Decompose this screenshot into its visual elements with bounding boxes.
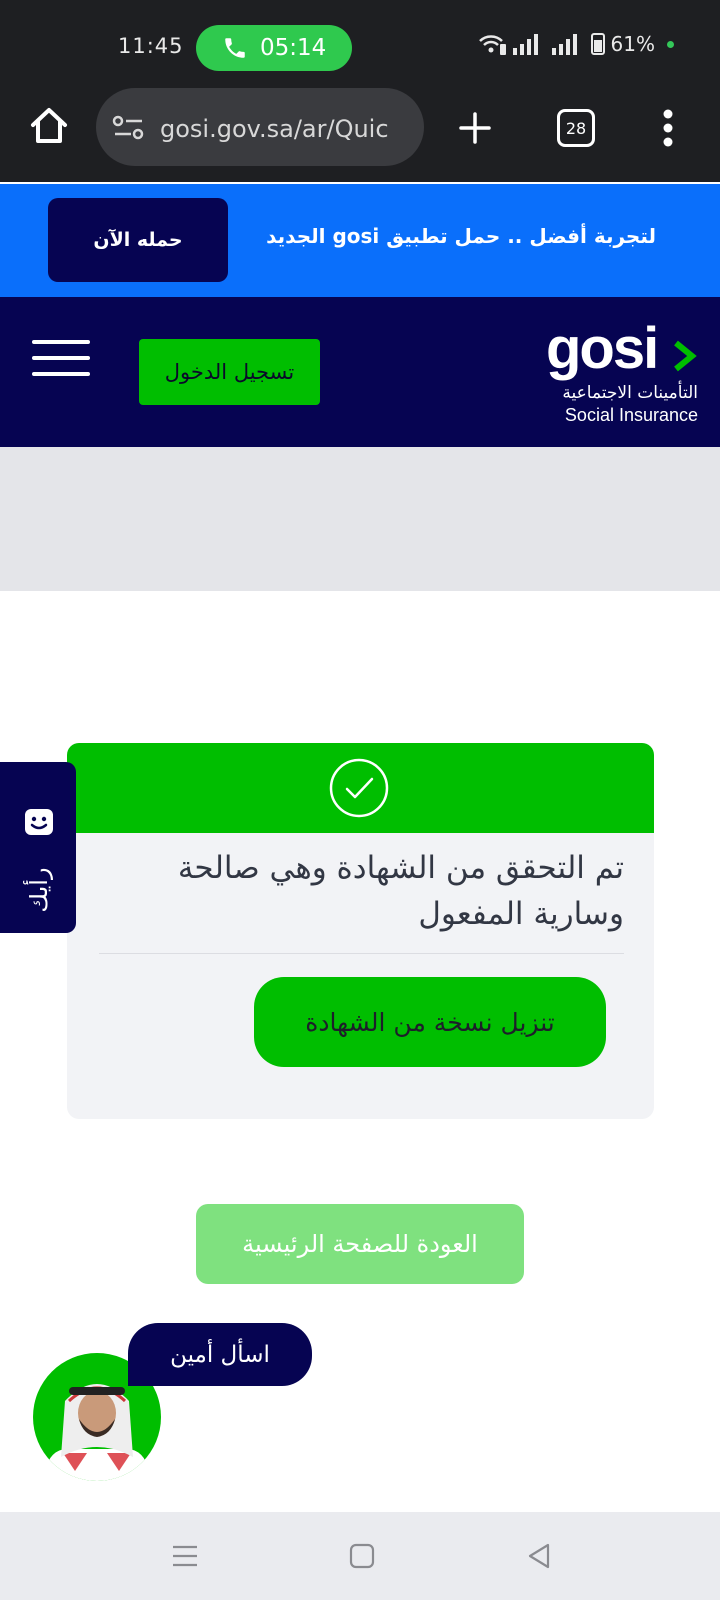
download-app-button[interactable]: حمله الآن [48, 198, 228, 282]
smile-icon[interactable] [24, 808, 54, 836]
recent-apps-icon[interactable] [172, 1544, 198, 1568]
status-clock: 11:45 [118, 34, 184, 58]
phone-icon [225, 38, 245, 58]
privacy-indicator-dot [667, 40, 674, 48]
battery-icon [590, 33, 605, 55]
success-check-icon [329, 758, 389, 818]
wifi-calling-icon [478, 35, 506, 55]
ask-assistant-bubble[interactable]: اسأل أمين [128, 1323, 312, 1386]
logo-arabic-name: التأمينات الاجتماعية [562, 383, 698, 403]
card-divider [99, 953, 624, 954]
hamburger-menu-icon[interactable] [32, 340, 90, 396]
back-nav-icon[interactable] [527, 1542, 551, 1570]
battery-level: 61% [610, 32, 655, 56]
call-duration: 05:14 [260, 35, 327, 61]
promo-text: لتجربة أفضل .. حمل تطبيق gosi الجديد [266, 224, 656, 248]
home-icon[interactable] [28, 105, 70, 145]
ongoing-call-pill[interactable]: 05:14 [196, 25, 352, 71]
tab-switcher-icon[interactable]: 28 [557, 109, 595, 147]
signal-2-icon [551, 33, 577, 55]
logo-chevron-icon [674, 340, 697, 372]
site-settings-icon[interactable] [112, 114, 146, 142]
home-nav-icon[interactable] [349, 1543, 375, 1569]
logo-english-name: Social Insurance [564, 405, 698, 425]
url-text[interactable]: gosi.gov.sa/ar/Quic [160, 115, 410, 143]
download-certificate-button[interactable]: تنزيل نسخة من الشهادة [254, 977, 606, 1067]
tab-count: 28 [565, 118, 587, 138]
feedback-label[interactable]: رأيك [9, 863, 69, 917]
verification-message: تم التحقق من الشهادة وهي صالحة وسارية ال… [177, 850, 624, 932]
success-header [67, 743, 654, 833]
status-indicators: 61% [477, 32, 674, 56]
new-tab-icon[interactable] [458, 111, 492, 145]
more-options-icon[interactable] [662, 108, 674, 148]
signal-1-icon [512, 33, 538, 55]
back-to-home-button[interactable]: العودة للصفحة الرئيسية [196, 1204, 524, 1284]
verification-result-card: تم التحقق من الشهادة وهي صالحة وسارية ال… [67, 743, 654, 1119]
page-hero-strip [0, 447, 720, 591]
login-button[interactable]: تسجيل الدخول [139, 339, 320, 405]
gosi-logo[interactable]: gosi [546, 315, 659, 382]
